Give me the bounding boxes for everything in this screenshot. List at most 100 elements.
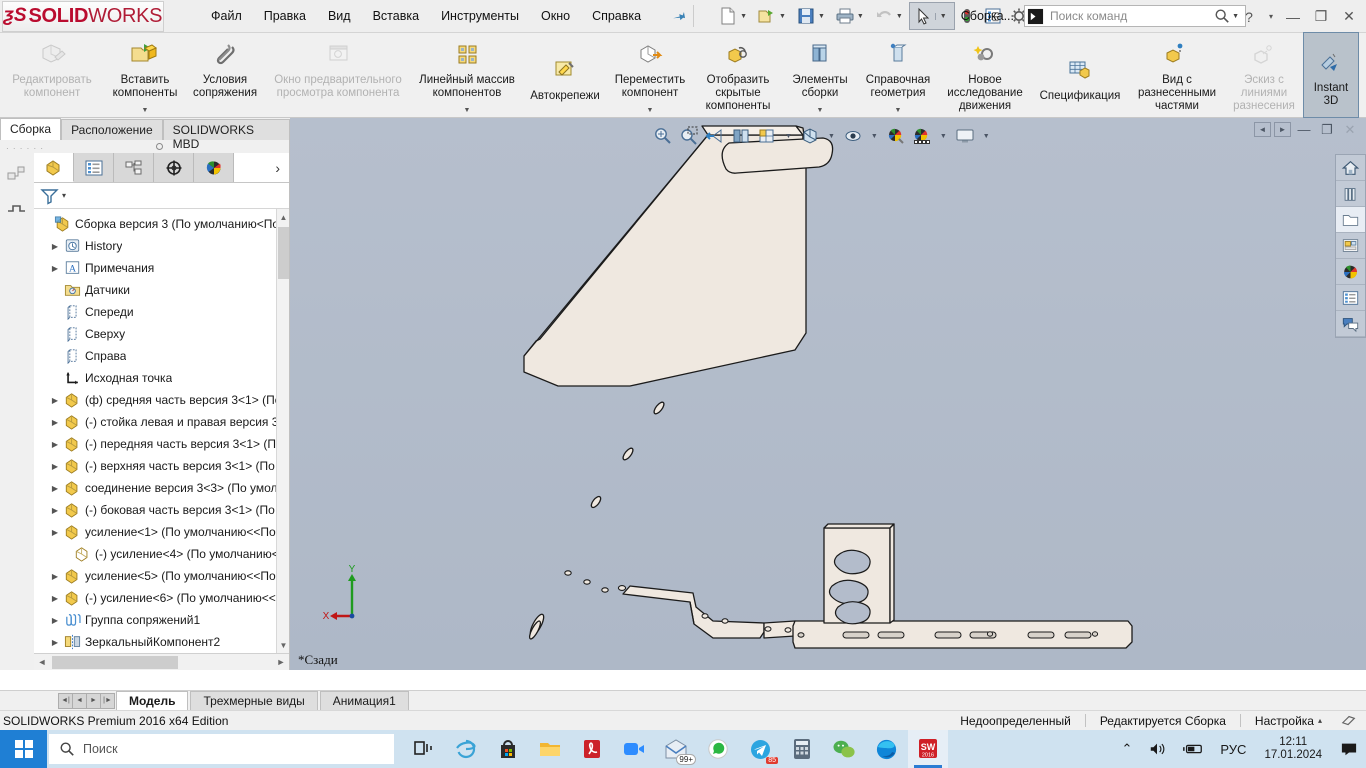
chevron-down-icon[interactable]: ▼ bbox=[896, 13, 903, 20]
solidworks-logo[interactable]: ƺS SOLIDWORKS bbox=[2, 0, 164, 32]
panel-splitter[interactable]: · · · · · · bbox=[0, 140, 289, 153]
wechat-icon[interactable] bbox=[824, 730, 864, 768]
exploded-view-button[interactable]: Вид с разнесенными частями bbox=[1130, 33, 1224, 117]
expand-arrow-icon[interactable]: ▶ bbox=[48, 484, 62, 493]
menu-insert[interactable]: Вставка bbox=[362, 4, 430, 28]
tree-item-component-reinforcement-4[interactable]: (-) усиление<4> (По умолчанию<< bbox=[34, 543, 289, 565]
taskbar-search-box[interactable]: Поиск bbox=[49, 734, 394, 764]
viewport-minimize-button[interactable]: — bbox=[1294, 122, 1314, 137]
zoom-to-area-button[interactable] bbox=[676, 123, 702, 149]
view-palette-icon[interactable] bbox=[1336, 233, 1365, 259]
bottom-tab-animation1[interactable]: Анимация1 bbox=[319, 691, 409, 710]
instant3d-button[interactable]: Instant 3D bbox=[1303, 32, 1359, 118]
move-component-button[interactable]: Переместить компонент ▼ bbox=[608, 33, 692, 117]
scroll-up-button[interactable]: ▲ bbox=[277, 209, 289, 225]
expand-arrow-icon[interactable]: ▶ bbox=[48, 440, 62, 449]
design-library-home-icon[interactable] bbox=[1336, 155, 1365, 181]
print-button[interactable]: ▼ bbox=[832, 3, 871, 29]
chevron-down-icon[interactable]: ▼ bbox=[857, 13, 864, 20]
tree-item-top-plane[interactable]: Сверху bbox=[34, 323, 289, 345]
select-button[interactable]: ▼ bbox=[908, 2, 955, 30]
microsoft-edge-icon[interactable] bbox=[866, 730, 906, 768]
expand-arrow-icon[interactable]: ▶ bbox=[48, 264, 62, 273]
language-indicator[interactable]: РУС bbox=[1212, 730, 1254, 768]
tab-display-manager[interactable] bbox=[194, 153, 234, 182]
hide-show-items-button[interactable] bbox=[840, 123, 866, 149]
view-settings-button[interactable] bbox=[952, 123, 978, 149]
zoom-to-fit-button[interactable] bbox=[650, 123, 676, 149]
chevron-down-icon[interactable]: ▼ bbox=[978, 133, 995, 140]
tab-layout[interactable]: Расположение bbox=[61, 119, 163, 140]
tab-dimxpert-manager[interactable] bbox=[154, 153, 194, 182]
help-button[interactable]: ? bbox=[1236, 5, 1262, 29]
edit-component-button[interactable]: Редактировать компонент bbox=[0, 33, 104, 117]
tab-feature-manager[interactable] bbox=[34, 153, 74, 182]
previous-document-button[interactable]: ◄ bbox=[1254, 122, 1271, 137]
display-style-button[interactable] bbox=[797, 123, 823, 149]
search-input[interactable] bbox=[1044, 9, 1215, 23]
pdf-reader-icon[interactable] bbox=[572, 730, 612, 768]
tree-item-right-plane[interactable]: Справа bbox=[34, 345, 289, 367]
scroll-down-button[interactable]: ▼ bbox=[277, 637, 289, 653]
expand-arrow-icon[interactable]: ▶ bbox=[48, 528, 62, 537]
expand-arrow-icon[interactable]: ▶ bbox=[48, 638, 62, 647]
custom-properties-icon[interactable] bbox=[1336, 285, 1365, 311]
tab-property-manager[interactable] bbox=[74, 153, 114, 182]
menu-edit[interactable]: Правка bbox=[253, 4, 317, 28]
tree-item-annotations[interactable]: ▶ A Примечания bbox=[34, 257, 289, 279]
internet-explorer-icon[interactable] bbox=[446, 730, 486, 768]
tree-item-front-plane[interactable]: Спереди bbox=[34, 301, 289, 323]
tree-horizontal-scrollbar[interactable]: ◄ ► bbox=[34, 653, 289, 670]
show-hidden-components-button[interactable]: Отобразить скрытые компоненты bbox=[692, 33, 784, 117]
expand-arrow-icon[interactable]: ▶ bbox=[48, 506, 62, 515]
forum-bubbles-icon[interactable] bbox=[1336, 311, 1365, 337]
tab-first-button[interactable]: ◄| bbox=[58, 692, 73, 709]
mate-button[interactable]: Условия сопряжения bbox=[186, 33, 264, 117]
tab-assembly[interactable]: Сборка bbox=[0, 118, 62, 140]
pushpin-icon[interactable] bbox=[669, 6, 688, 25]
previous-view-button[interactable] bbox=[702, 123, 728, 149]
chevron-down-icon[interactable]: ▼ bbox=[780, 133, 797, 140]
flyout-tree-icon[interactable] bbox=[3, 163, 31, 187]
hscroll-thumb[interactable] bbox=[52, 655, 178, 669]
tree-item-component-left-right-post[interactable]: ▶ (-) стойка левая и правая версия 3< bbox=[34, 411, 289, 433]
smart-fasteners-button[interactable]: Автокрепежи bbox=[522, 33, 608, 117]
tab-solidworks-mbd[interactable]: SOLIDWORKS MBD bbox=[162, 119, 290, 151]
panel-tabs-more-button[interactable]: › bbox=[266, 153, 289, 182]
viewport-restore-button[interactable]: ❐ bbox=[1317, 122, 1337, 137]
tree-item-assembly-root[interactable]: Сборка версия 3 (По умолчанию<По у bbox=[34, 213, 289, 235]
splitter-handle-icon[interactable] bbox=[156, 143, 163, 150]
view-orientation-button[interactable] bbox=[754, 123, 780, 149]
viewport-close-button[interactable]: ✕ bbox=[1340, 122, 1360, 137]
apply-scene-button[interactable] bbox=[909, 123, 935, 149]
edit-appearance-button[interactable] bbox=[883, 123, 909, 149]
whatsapp-icon[interactable] bbox=[698, 730, 738, 768]
save-button[interactable]: ▼ bbox=[793, 3, 832, 29]
reference-geometry-button[interactable]: Справочная геометрия ▼ bbox=[856, 33, 940, 117]
expand-arrow-icon[interactable]: ▶ bbox=[48, 594, 62, 603]
chevron-down-icon[interactable]: ▾ bbox=[62, 191, 66, 200]
tab-configuration-manager[interactable] bbox=[114, 153, 154, 182]
tree-item-component-side-part[interactable]: ▶ (-) боковая часть версия 3<1> (По у bbox=[34, 499, 289, 521]
solidworks-taskbar-icon[interactable]: SW 2016 bbox=[908, 730, 948, 768]
menu-view[interactable]: Вид bbox=[317, 4, 362, 28]
mail-icon[interactable]: 99+ bbox=[656, 730, 696, 768]
expand-arrow-icon[interactable]: ▶ bbox=[48, 572, 62, 581]
tab-prev-button[interactable]: ◄ bbox=[72, 692, 87, 709]
update-speedpak-button[interactable]: Обновить SpeedPak bbox=[1358, 33, 1366, 117]
expand-arrow-icon[interactable]: ▶ bbox=[48, 462, 62, 471]
appearances-scenes-icon[interactable] bbox=[1336, 259, 1365, 285]
tree-item-history[interactable]: ▶ History bbox=[34, 235, 289, 257]
bottom-tab-model[interactable]: Модель bbox=[116, 691, 189, 710]
tree-item-component-front-part[interactable]: ▶ (-) передняя часть версия 3<1> (По bbox=[34, 433, 289, 455]
file-explorer-icon[interactable] bbox=[530, 730, 570, 768]
scroll-thumb[interactable] bbox=[278, 227, 289, 279]
chevron-down-icon[interactable]: ▼ bbox=[647, 107, 654, 117]
tab-last-button[interactable]: |► bbox=[100, 692, 115, 709]
expand-arrow-icon[interactable]: ▶ bbox=[48, 242, 62, 251]
graphics-viewport[interactable]: ▼ ▼ ▼ ▼ ▼ ◄ ► — ❐ ✕ Y X *Сзади bbox=[290, 118, 1366, 670]
expand-arrow-icon[interactable]: ▶ bbox=[48, 418, 62, 427]
tree-scrollbar[interactable]: ▲ ▼ bbox=[276, 209, 289, 653]
assembly-3d-model[interactable] bbox=[290, 118, 1366, 670]
component-preview-window-button[interactable]: Окно предварительного просмотра компонен… bbox=[264, 33, 412, 117]
